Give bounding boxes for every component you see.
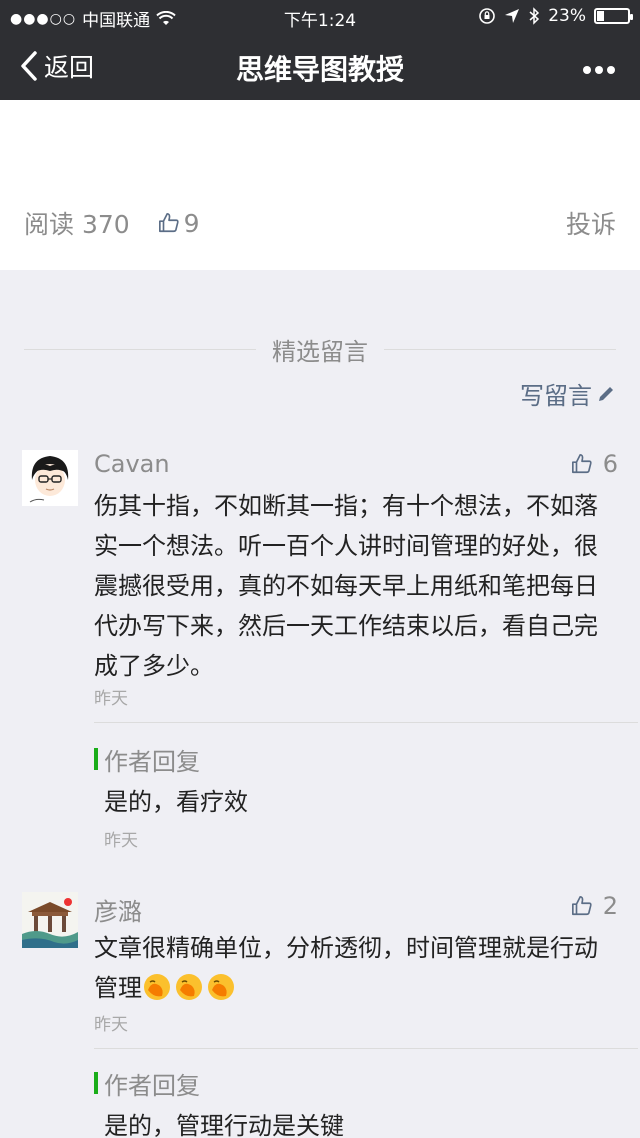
comment-like-count: 2: [602, 892, 618, 920]
bluetooth-icon: [529, 7, 540, 25]
facepalm-emoji-icon: [208, 974, 234, 1000]
pencil-icon: [599, 386, 613, 401]
comment-like-button[interactable]: 6: [571, 450, 618, 478]
comment-author[interactable]: 彦潞: [94, 892, 142, 927]
battery-percent: 23%: [548, 6, 586, 26]
avatar-image: [22, 892, 78, 948]
nav-bar: 返回 思维导图教授: [0, 36, 640, 98]
write-comment-button[interactable]: 写留言: [520, 376, 616, 411]
comment-divider: [94, 1048, 638, 1049]
comment-divider: [94, 722, 638, 723]
comment-time: 昨天: [94, 1015, 128, 1035]
orientation-lock-icon: [479, 8, 496, 24]
comment-like-count: 6: [602, 450, 618, 478]
thumbs-up-icon: [571, 454, 592, 474]
battery-level: [597, 11, 604, 21]
facepalm-emoji-icon: [144, 974, 170, 1000]
status-bar: ●●●○○ 中国联通 下午1:24 23%: [0, 0, 640, 34]
avatar-image: [22, 450, 78, 506]
comment-like-button[interactable]: 2: [571, 892, 618, 920]
article-stats: 阅读 370 9: [24, 205, 200, 241]
location-icon: [505, 9, 520, 23]
comments-title: 精选留言: [256, 338, 384, 366]
avatar[interactable]: [22, 450, 78, 506]
thumbs-up-icon: [571, 896, 592, 916]
report-link[interactable]: 投诉: [566, 205, 616, 241]
reply-label: 作者回复: [104, 1072, 200, 1100]
comments-header: 精选留言: [24, 330, 616, 370]
more-icon: [583, 66, 615, 74]
battery-icon: [594, 8, 633, 24]
article-like-count: 9: [183, 208, 200, 238]
reply-text: 是的，看疗效: [104, 788, 248, 816]
reply-time: 昨天: [104, 831, 138, 851]
comment-author[interactable]: Cavan: [94, 450, 170, 478]
page-title: 思维导图教授: [235, 53, 404, 86]
read-count: 阅读 370: [24, 210, 130, 239]
reply-label: 作者回复: [104, 748, 200, 776]
more-button[interactable]: [582, 58, 616, 75]
thumbs-up-icon: [158, 213, 179, 233]
reply-bar: [94, 748, 98, 770]
avatar[interactable]: [22, 892, 78, 948]
article-footer: 阅读 370 9 投诉: [0, 100, 640, 270]
facepalm-emoji-icon: [176, 974, 202, 1000]
comment-text: 文章很精确单位，分析透彻，时间管理就是行动管理: [94, 928, 614, 1008]
reply-text: 是的，管理行动是关键: [104, 1112, 344, 1138]
reply-bar: [94, 1072, 98, 1094]
comment-text: 伤其十指，不如断其一指；有十个想法，不如落实一个想法。听一百个人讲时间管理的好处…: [94, 492, 598, 680]
article-like-button[interactable]: 9: [158, 209, 200, 238]
top-bar: ●●●○○ 中国联通 下午1:24 23% 返回 思维导图教授: [0, 0, 640, 100]
comment-time: 昨天: [94, 689, 128, 709]
write-comment-label: 写留言: [520, 382, 592, 410]
